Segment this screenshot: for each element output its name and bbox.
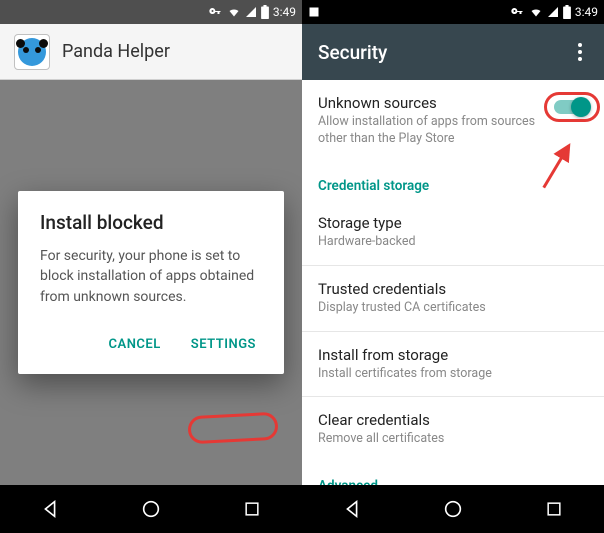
storage-type-subtitle: Hardware-backed xyxy=(318,234,588,251)
wifi-icon xyxy=(529,6,543,18)
nav-home-button[interactable] xyxy=(138,496,164,522)
dialog-scrim[interactable]: Install blocked For security, your phone… xyxy=(0,80,302,485)
settings-toolbar: Security xyxy=(302,24,604,80)
overflow-menu-button[interactable] xyxy=(572,37,588,67)
dialog-actions: CANCEL SETTINGS xyxy=(40,327,262,364)
unknown-sources-toggle[interactable] xyxy=(554,100,588,114)
status-time: 3:49 xyxy=(273,5,296,19)
signal-icon xyxy=(245,6,257,18)
app-header: Panda Helper xyxy=(0,24,302,80)
install-from-storage-title: Install from storage xyxy=(318,346,588,364)
unknown-sources-title: Unknown sources xyxy=(318,94,544,112)
unknown-sources-row[interactable]: Unknown sources Allow installation of ap… xyxy=(302,80,604,162)
navigation-bar xyxy=(302,485,604,533)
vpn-key-icon xyxy=(207,6,223,18)
settings-button[interactable]: SETTINGS xyxy=(187,331,260,358)
install-blocked-dialog: Install blocked For security, your phone… xyxy=(18,191,284,374)
screenshot-indicator-icon xyxy=(308,6,320,18)
vpn-key-icon xyxy=(509,6,525,18)
install-from-storage-row[interactable]: Install from storage Install certificate… xyxy=(302,332,604,397)
trusted-credentials-subtitle: Display trusted CA certificates xyxy=(318,300,588,317)
storage-type-title: Storage type xyxy=(318,214,588,232)
status-bar: 3:49 xyxy=(302,0,604,24)
navigation-bar xyxy=(0,485,302,533)
status-bar: 3:49 xyxy=(0,0,302,24)
wifi-icon xyxy=(227,6,241,18)
cancel-button[interactable]: CANCEL xyxy=(105,331,165,358)
clear-credentials-row[interactable]: Clear credentials Remove all certificate… xyxy=(302,397,604,462)
settings-list[interactable]: Unknown sources Allow installation of ap… xyxy=(302,80,604,485)
dialog-title: Install blocked xyxy=(40,211,262,234)
trusted-credentials-row[interactable]: Trusted credentials Display trusted CA c… xyxy=(302,266,604,331)
nav-back-button[interactable] xyxy=(339,496,365,522)
clear-credentials-title: Clear credentials xyxy=(318,411,588,429)
storage-type-row[interactable]: Storage type Hardware-backed xyxy=(302,200,604,265)
battery-icon xyxy=(261,5,269,19)
clear-credentials-subtitle: Remove all certificates xyxy=(318,431,588,448)
settings-title: Security xyxy=(318,41,387,64)
nav-back-button[interactable] xyxy=(37,496,63,522)
nav-recents-button[interactable] xyxy=(541,496,567,522)
trusted-credentials-title: Trusted credentials xyxy=(318,280,588,298)
install-from-storage-subtitle: Install certificates from storage xyxy=(318,366,588,383)
status-time: 3:49 xyxy=(575,5,598,19)
nav-home-button[interactable] xyxy=(440,496,466,522)
advanced-header: Advanced xyxy=(302,462,604,485)
signal-icon xyxy=(547,6,559,18)
dialog-body: For security, your phone is set to block… xyxy=(40,246,262,307)
unknown-sources-subtitle: Allow installation of apps from sources … xyxy=(318,114,544,148)
app-icon xyxy=(14,34,50,70)
battery-icon xyxy=(563,5,571,19)
nav-recents-button[interactable] xyxy=(239,496,265,522)
app-title: Panda Helper xyxy=(62,41,170,62)
phone-left: 3:49 Panda Helper Install blocked For se… xyxy=(0,0,302,533)
credential-storage-header: Credential storage xyxy=(302,162,604,200)
app-body: Install blocked For security, your phone… xyxy=(0,80,302,485)
phone-right: 3:49 Security Unknown sources Allow inst… xyxy=(302,0,604,533)
